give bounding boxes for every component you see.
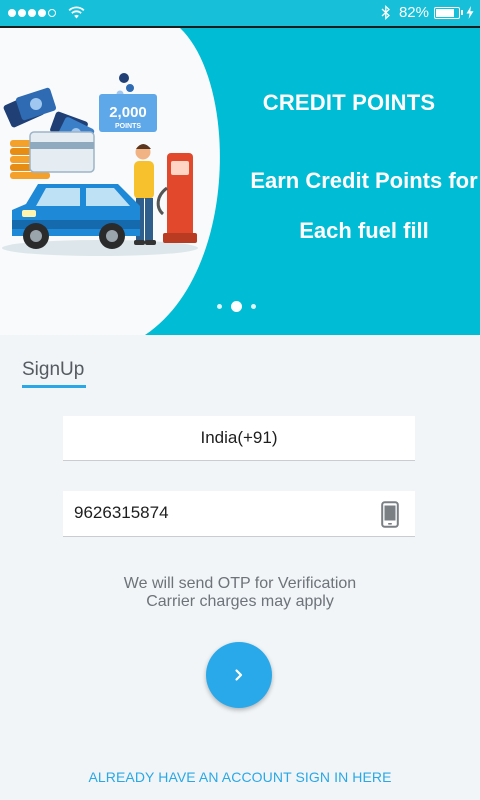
chevron-right-icon — [235, 669, 243, 681]
status-bar: 82% — [0, 0, 480, 26]
charging-icon — [466, 6, 474, 19]
phone-number-field[interactable] — [63, 491, 415, 537]
pager-dot[interactable] — [217, 304, 222, 309]
otp-note-line2: Carrier charges may apply — [146, 593, 334, 610]
signal-dot-icon — [28, 8, 36, 17]
banner-subtitle-line2: Each fuel fill — [299, 218, 429, 243]
signal-strength — [8, 6, 85, 19]
signal-dot-icon — [18, 8, 26, 17]
wifi-icon — [68, 6, 85, 19]
pager-dot-active[interactable] — [231, 301, 242, 312]
country-code-value: India(+91) — [200, 428, 278, 447]
promo-banner[interactable]: 2,000 POINTS CREDIT POINTS Earn Credit P… — [0, 28, 480, 335]
signup-form: SignUp India(+91) We will send OTP for V… — [0, 335, 480, 800]
signup-tab[interactable]: SignUp — [22, 359, 84, 381]
points-badge-value: 2,000 — [109, 104, 147, 121]
signup-tab-indicator — [22, 385, 86, 388]
carousel-pager[interactable] — [217, 301, 265, 312]
points-badge-unit: POINTS — [115, 123, 141, 130]
status-right: 82% — [381, 4, 474, 21]
battery-percent: 82% — [398, 4, 429, 21]
signal-dot-empty-icon — [48, 8, 56, 17]
signal-dot-icon — [8, 8, 16, 17]
banner-subtitle-line1: Earn Credit Points for — [250, 168, 478, 193]
phone-number-input[interactable] — [74, 491, 364, 535]
battery-level-fill — [436, 8, 454, 17]
battery-icon — [434, 6, 460, 19]
banner-title: CREDIT POINTS — [262, 90, 436, 115]
mobile-phone-icon — [381, 501, 399, 528]
battery-tip — [461, 10, 463, 15]
otp-note-line1: We will send OTP for Verification — [123, 575, 357, 592]
next-button[interactable] — [206, 642, 272, 708]
signal-dot-icon — [38, 8, 46, 17]
pager-dot[interactable] — [251, 304, 256, 309]
bluetooth-icon — [381, 5, 390, 20]
country-code-selector[interactable]: India(+91) — [63, 416, 415, 461]
sign-in-link[interactable]: ALREADY HAVE AN ACCOUNT SIGN IN HERE — [0, 769, 480, 785]
